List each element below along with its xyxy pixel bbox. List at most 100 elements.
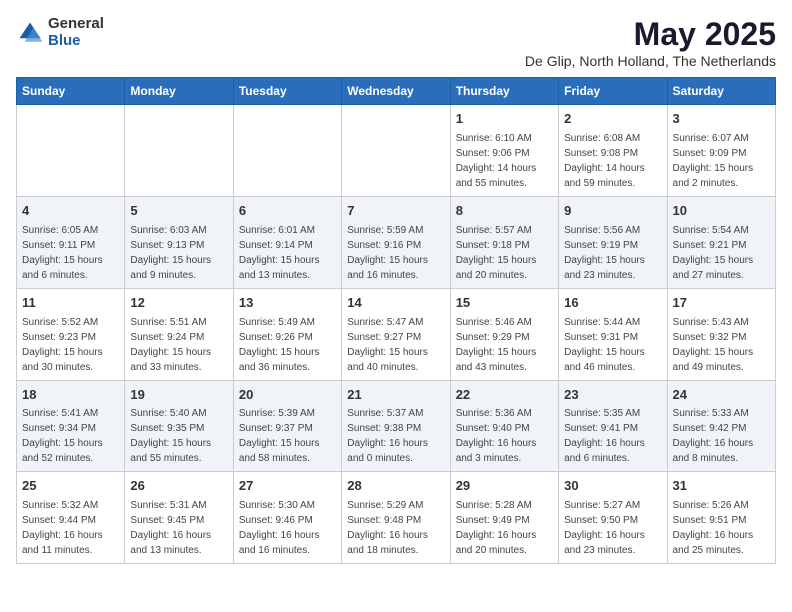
- calendar-header: SundayMondayTuesdayWednesdayThursdayFrid…: [17, 78, 776, 105]
- calendar-cell: 20Sunrise: 5:39 AM Sunset: 9:37 PM Dayli…: [233, 380, 341, 472]
- day-number: 16: [564, 294, 661, 313]
- calendar-cell: 12 Sunrise: 5:51 AM Sunset: 9:24 PM Dayli…: [125, 288, 233, 380]
- day-info: Sunrise: 5:33 AM Sunset: 9:42 PM Dayligh…: [673, 406, 770, 466]
- day-info: Sunrise: 5:39 AM Sunset: 9:37 PM Dayligh…: [239, 406, 336, 466]
- subtitle: De Glip, North Holland, The Netherlands: [525, 53, 776, 69]
- calendar-cell: 9Sunrise: 5:56 AM Sunset: 9:19 PM Daylig…: [559, 196, 667, 288]
- day-info: Sunrise: 5:36 AM Sunset: 9:40 PM Dayligh…: [456, 406, 553, 466]
- day-info: Sunrise: 5:56 AM Sunset: 9:19 PM Dayligh…: [564, 223, 661, 283]
- day-info: Sunrise: 5:31 AM Sunset: 9:45 PM Dayligh…: [130, 498, 227, 558]
- weekday-header: Sunday: [17, 78, 125, 105]
- day-info: Sunrise: 5:27 AM Sunset: 9:50 PM Dayligh…: [564, 498, 661, 558]
- weekday-header: Tuesday: [233, 78, 341, 105]
- weekday-header: Saturday: [667, 78, 775, 105]
- day-number: 23: [564, 386, 661, 405]
- day-number: 19: [130, 386, 227, 405]
- day-info: Sunrise: 6:03 AM Sunset: 9:13 PM Dayligh…: [130, 223, 227, 283]
- day-info: Sunrise: 5:51 AM Sunset: 9:24 PM Dayligh…: [130, 315, 227, 375]
- day-info: Sunrise: 5:30 AM Sunset: 9:46 PM Dayligh…: [239, 498, 336, 558]
- day-info: Sunrise: 5:40 AM Sunset: 9:35 PM Dayligh…: [130, 406, 227, 466]
- day-number: 28: [347, 477, 444, 496]
- calendar-cell: 19Sunrise: 5:40 AM Sunset: 9:35 PM Dayli…: [125, 380, 233, 472]
- calendar-cell: 15Sunrise: 5:46 AM Sunset: 9:29 PM Dayli…: [450, 288, 558, 380]
- calendar-cell: 25Sunrise: 5:32 AM Sunset: 9:44 PM Dayli…: [17, 472, 125, 564]
- day-info: Sunrise: 5:29 AM Sunset: 9:48 PM Dayligh…: [347, 498, 444, 558]
- calendar-cell: 2 Sunrise: 6:08 AM Sunset: 9:08 PM Daylig…: [559, 105, 667, 197]
- day-number: 21: [347, 386, 444, 405]
- calendar-cell: 7 Sunrise: 5:59 AM Sunset: 9:16 PM Daylig…: [342, 196, 450, 288]
- calendar-week-row: 25Sunrise: 5:32 AM Sunset: 9:44 PM Dayli…: [17, 472, 776, 564]
- day-info: Sunrise: 5:46 AM Sunset: 9:29 PM Dayligh…: [456, 315, 553, 375]
- weekday-header: Friday: [559, 78, 667, 105]
- day-number: 30: [564, 477, 661, 496]
- day-info: Sunrise: 5:28 AM Sunset: 9:49 PM Dayligh…: [456, 498, 553, 558]
- day-info: Sunrise: 6:07 AM Sunset: 9:09 PM Dayligh…: [673, 131, 770, 191]
- day-info: Sunrise: 6:10 AM Sunset: 9:06 PM Dayligh…: [456, 131, 553, 191]
- main-title: May 2025: [525, 16, 776, 53]
- day-number: 11: [22, 294, 119, 313]
- logo-blue-label: Blue: [48, 33, 104, 50]
- weekday-header: Wednesday: [342, 78, 450, 105]
- day-number: 13: [239, 294, 336, 313]
- page-header: General Blue May 2025 De Glip, North Hol…: [16, 16, 776, 69]
- calendar-cell: 1Sunrise: 6:10 AM Sunset: 9:06 PM Daylig…: [450, 105, 558, 197]
- day-info: Sunrise: 5:26 AM Sunset: 9:51 PM Dayligh…: [673, 498, 770, 558]
- calendar-cell: [17, 105, 125, 197]
- day-number: 31: [673, 477, 770, 496]
- calendar-cell: 27 Sunrise: 5:30 AM Sunset: 9:46 PM Dayli…: [233, 472, 341, 564]
- day-info: Sunrise: 5:35 AM Sunset: 9:41 PM Dayligh…: [564, 406, 661, 466]
- calendar-cell: 5 Sunrise: 6:03 AM Sunset: 9:13 PM Daylig…: [125, 196, 233, 288]
- day-info: Sunrise: 6:08 AM Sunset: 9:08 PM Dayligh…: [564, 131, 661, 191]
- calendar-cell: [233, 105, 341, 197]
- day-number: 18: [22, 386, 119, 405]
- calendar-cell: 3 Sunrise: 6:07 AM Sunset: 9:09 PM Daylig…: [667, 105, 775, 197]
- calendar-cell: 26Sunrise: 5:31 AM Sunset: 9:45 PM Dayli…: [125, 472, 233, 564]
- calendar-week-row: 4 Sunrise: 6:05 AM Sunset: 9:11 PM Daylig…: [17, 196, 776, 288]
- day-number: 5: [130, 202, 227, 221]
- calendar-cell: 4 Sunrise: 6:05 AM Sunset: 9:11 PM Daylig…: [17, 196, 125, 288]
- day-number: 8: [456, 202, 553, 221]
- day-number: 17: [673, 294, 770, 313]
- calendar-cell: 30 Sunrise: 5:27 AM Sunset: 9:50 PM Dayli…: [559, 472, 667, 564]
- calendar-cell: 23Sunrise: 5:35 AM Sunset: 9:41 PM Dayli…: [559, 380, 667, 472]
- logo: General Blue: [16, 16, 104, 49]
- day-info: Sunrise: 5:49 AM Sunset: 9:26 PM Dayligh…: [239, 315, 336, 375]
- day-number: 29: [456, 477, 553, 496]
- day-number: 10: [673, 202, 770, 221]
- day-number: 27: [239, 477, 336, 496]
- calendar-cell: 6 Sunrise: 6:01 AM Sunset: 9:14 PM Daylig…: [233, 196, 341, 288]
- calendar-cell: 24Sunrise: 5:33 AM Sunset: 9:42 PM Dayli…: [667, 380, 775, 472]
- header-row: SundayMondayTuesdayWednesdayThursdayFrid…: [17, 78, 776, 105]
- calendar-cell: 14Sunrise: 5:47 AM Sunset: 9:27 PM Dayli…: [342, 288, 450, 380]
- day-number: 6: [239, 202, 336, 221]
- day-info: Sunrise: 5:37 AM Sunset: 9:38 PM Dayligh…: [347, 406, 444, 466]
- calendar-week-row: 1Sunrise: 6:10 AM Sunset: 9:06 PM Daylig…: [17, 105, 776, 197]
- day-info: Sunrise: 5:41 AM Sunset: 9:34 PM Dayligh…: [22, 406, 119, 466]
- day-number: 22: [456, 386, 553, 405]
- calendar-cell: 18Sunrise: 5:41 AM Sunset: 9:34 PM Dayli…: [17, 380, 125, 472]
- weekday-header: Monday: [125, 78, 233, 105]
- day-number: 2: [564, 110, 661, 129]
- day-number: 3: [673, 110, 770, 129]
- day-info: Sunrise: 5:52 AM Sunset: 9:23 PM Dayligh…: [22, 315, 119, 375]
- day-number: 7: [347, 202, 444, 221]
- calendar-body: 1Sunrise: 6:10 AM Sunset: 9:06 PM Daylig…: [17, 105, 776, 564]
- logo-text: General Blue: [48, 16, 104, 49]
- calendar-cell: 29 Sunrise: 5:28 AM Sunset: 9:49 PM Dayli…: [450, 472, 558, 564]
- day-info: Sunrise: 6:01 AM Sunset: 9:14 PM Dayligh…: [239, 223, 336, 283]
- day-number: 12: [130, 294, 227, 313]
- calendar-cell: 21Sunrise: 5:37 AM Sunset: 9:38 PM Dayli…: [342, 380, 450, 472]
- day-info: Sunrise: 5:59 AM Sunset: 9:16 PM Dayligh…: [347, 223, 444, 283]
- calendar-cell: 8Sunrise: 5:57 AM Sunset: 9:18 PM Daylig…: [450, 196, 558, 288]
- calendar-cell: [342, 105, 450, 197]
- day-info: Sunrise: 5:44 AM Sunset: 9:31 PM Dayligh…: [564, 315, 661, 375]
- day-number: 24: [673, 386, 770, 405]
- day-number: 4: [22, 202, 119, 221]
- calendar-cell: [125, 105, 233, 197]
- day-info: Sunrise: 6:05 AM Sunset: 9:11 PM Dayligh…: [22, 223, 119, 283]
- logo-icon: [16, 19, 44, 47]
- weekday-header: Thursday: [450, 78, 558, 105]
- day-number: 14: [347, 294, 444, 313]
- calendar-week-row: 11 Sunrise: 5:52 AM Sunset: 9:23 PM Dayli…: [17, 288, 776, 380]
- day-info: Sunrise: 5:43 AM Sunset: 9:32 PM Dayligh…: [673, 315, 770, 375]
